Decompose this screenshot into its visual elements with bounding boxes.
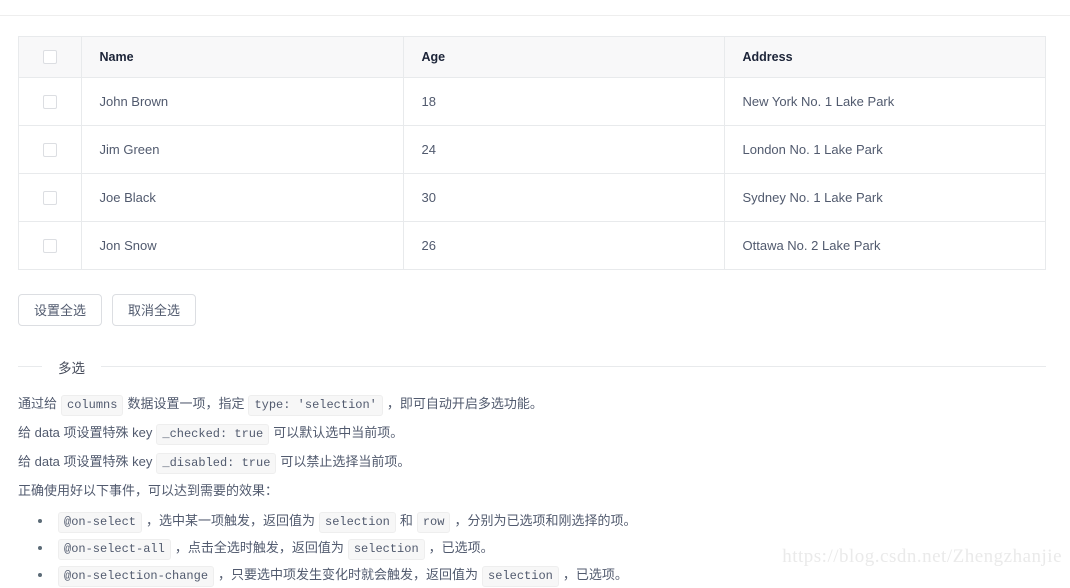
- column-header-selection: [19, 37, 82, 78]
- code-chip-disabled-true: _disabled: true: [156, 452, 277, 474]
- row-checkbox[interactable]: [42, 94, 57, 109]
- row-age-cell: 24: [403, 125, 725, 174]
- row-name-cell: Jon Snow: [81, 221, 404, 270]
- doc-line-4: 正确使用好以下事件，可以达到需要的效果：: [18, 482, 279, 498]
- row-address-cell: Ottawa No. 2 Lake Park: [724, 221, 1045, 270]
- row-name-cell: Jim Green: [81, 125, 404, 174]
- event-0-text-a: ，选中某一项触发，返回值为: [146, 512, 316, 528]
- select-all-checkbox[interactable]: [42, 50, 57, 65]
- table-header-row: Name Age Address: [19, 37, 1045, 78]
- code-chip-checked-true: _checked: true: [156, 423, 270, 445]
- code-chip-columns: columns: [61, 394, 124, 416]
- code-chip-type-selection: type: 'selection': [248, 394, 383, 416]
- event-1-text-b: ，已选项。: [428, 539, 494, 555]
- selection-table: Name Age Address John Brown 18 New York …: [19, 37, 1045, 270]
- cancel-select-all-button[interactable]: 取消全选: [112, 293, 197, 326]
- code-chip-selection: selection: [347, 538, 425, 560]
- code-chip-on-select-all: @on-select-all: [58, 538, 171, 560]
- set-select-all-button[interactable]: 设置全选: [18, 293, 103, 326]
- code-chip-selection: selection: [482, 565, 559, 587]
- row-name-cell: John Brown: [81, 77, 404, 126]
- table-row[interactable]: John Brown 18 New York No. 1 Lake Park: [19, 77, 1045, 126]
- row-address-cell: New York No. 1 Lake Park: [724, 77, 1045, 126]
- row-age-cell: 26: [403, 221, 725, 270]
- doc-line-3-text-a: 给 data 项设置特殊 key: [18, 453, 153, 469]
- column-header-name[interactable]: Name: [81, 37, 404, 78]
- doc-line-1: 通过给 columns 数据设置一项，指定 type: 'selection' ，即可自…: [18, 391, 1046, 416]
- row-address-cell: London No. 1 Lake Park: [724, 125, 1045, 174]
- row-checkbox[interactable]: [42, 142, 57, 157]
- event-0-text-b: 和: [399, 512, 413, 528]
- row-selection-cell: [19, 221, 82, 270]
- section-divider: 多选: [18, 357, 1046, 377]
- section-title: 多选: [58, 360, 85, 376]
- divider-line-left: [18, 366, 42, 367]
- divider-line-right: [101, 366, 1046, 367]
- doc-line-1-text-b: 数据设置一项，指定: [127, 395, 245, 411]
- list-item: @on-select ，选中某一项触发，返回值为 selection 和 row ，分别为…: [38, 507, 1046, 534]
- code-chip-row: row: [416, 511, 451, 533]
- table-row[interactable]: Joe Black 30 Sydney No. 1 Lake Park: [19, 173, 1045, 222]
- row-checkbox[interactable]: [42, 190, 57, 205]
- code-chip-on-selection-change: @on-selection-change: [58, 565, 215, 587]
- table-header: Name Age Address: [19, 37, 1045, 78]
- event-0-text-c: ，分别为已选项和刚选择的项。: [454, 512, 637, 528]
- doc-line-3: 给 data 项设置特殊 key _disabled: true 可以禁止选择当前项…: [18, 449, 1046, 474]
- doc-line-2-text-b: 可以默认选中当前项。: [273, 424, 404, 440]
- page-content: Name Age Address John Brown 18 New York …: [18, 36, 1046, 588]
- row-address-cell: Sydney No. 1 Lake Park: [724, 173, 1045, 222]
- event-1-text-a: ，点击全选时触发，返回值为: [174, 539, 344, 555]
- doc-line-1-text-c: ，即可自动开启多选功能。: [386, 395, 543, 411]
- code-chip-on-select: @on-select: [58, 511, 143, 533]
- table-body: John Brown 18 New York No. 1 Lake Park J…: [19, 77, 1045, 270]
- row-name-cell: Joe Black: [81, 173, 404, 222]
- selection-table-container: Name Age Address John Brown 18 New York …: [18, 36, 1046, 270]
- row-selection-cell: [19, 125, 82, 174]
- column-header-address[interactable]: Address: [724, 37, 1045, 78]
- top-divider-rule: [0, 15, 1070, 16]
- row-checkbox[interactable]: [42, 238, 57, 253]
- table-row[interactable]: Jim Green 24 London No. 1 Lake Park: [19, 125, 1045, 174]
- column-header-age[interactable]: Age: [403, 37, 725, 78]
- event-2-text-b: ，已选项。: [562, 566, 628, 582]
- watermark-text: https://blog.csdn.net/Zhengzhanjie: [782, 546, 1062, 567]
- doc-line-3-text-b: 可以禁止选择当前项。: [280, 453, 411, 469]
- event-2-text-a: ，只要选中项发生变化时就会触发，返回值为: [218, 566, 479, 582]
- row-selection-cell: [19, 77, 82, 126]
- row-age-cell: 30: [403, 173, 725, 222]
- code-chip-selection: selection: [319, 511, 396, 533]
- row-selection-cell: [19, 173, 82, 222]
- doc-line-2: 给 data 项设置特殊 key _checked: true 可以默认选中当前项。: [18, 420, 1046, 445]
- table-row[interactable]: Jon Snow 26 Ottawa No. 2 Lake Park: [19, 221, 1045, 270]
- doc-line-1-text-a: 通过给: [18, 395, 58, 411]
- row-age-cell: 18: [403, 77, 725, 126]
- action-button-row: 设置全选 取消全选: [18, 293, 1046, 326]
- doc-line-2-text-a: 给 data 项设置特殊 key: [18, 424, 153, 440]
